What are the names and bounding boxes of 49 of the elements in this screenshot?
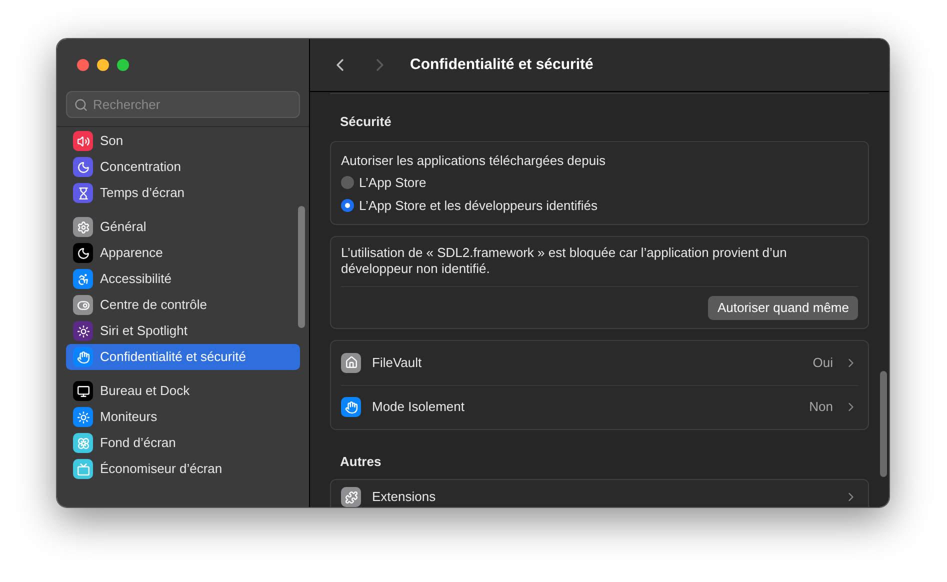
search-field[interactable]: Rechercher <box>66 91 300 118</box>
row-value: Oui <box>812 354 833 372</box>
allow-anyway-button[interactable]: Autoriser quand même <box>708 296 858 320</box>
close-icon[interactable] <box>77 59 89 71</box>
radio-button[interactable] <box>341 176 354 190</box>
sidebar-scrollbar[interactable] <box>298 206 305 328</box>
sidebar-item[interactable]: Bureau et Dock <box>66 378 300 404</box>
row-value: Non <box>809 398 833 416</box>
content-scrollbar[interactable] <box>880 371 887 477</box>
sidebar-item[interactable]: Fond d’écran <box>66 430 300 456</box>
settings-row[interactable]: Extensions <box>341 480 858 507</box>
sidebar-item[interactable]: Confidentialité et sécurité <box>66 344 300 370</box>
radio-option[interactable]: L’App Store et les développeurs identifiés <box>341 196 858 215</box>
gear-icon <box>73 217 93 237</box>
sidebar-item[interactable]: Centre de contrôle <box>66 292 300 318</box>
search-icon <box>74 98 88 112</box>
sidebar-item[interactable]: Apparence <box>66 240 300 266</box>
sidebar-item[interactable]: Accessibilité <box>66 266 300 292</box>
sidebar-item[interactable]: Temps d’écran <box>66 180 300 206</box>
toggles-icon <box>73 295 93 315</box>
hand-icon <box>341 397 361 417</box>
zoom-icon[interactable] <box>117 59 129 71</box>
blocked-message: L’utilisation de « SDL2.framework » est bloquée car l’application provient d’un développeur non identifié. <box>341 245 788 277</box>
window-title: Confidentialité et sécurité <box>410 54 594 75</box>
settings-row[interactable]: Mode Isolement Non <box>341 384 858 428</box>
sun-icon <box>73 407 93 427</box>
speaker-icon <box>73 131 93 151</box>
hand-icon <box>73 347 93 367</box>
radio-button[interactable] <box>341 198 354 212</box>
sidebar-item[interactable]: Économiseur d’écran <box>66 456 300 482</box>
settings-row[interactable]: FileVault Oui <box>341 340 858 384</box>
accessibility-icon <box>73 269 93 289</box>
section-heading: Sécurité <box>339 113 392 131</box>
sidebar-item[interactable]: Siri et Spotlight <box>66 318 300 344</box>
screen-icon <box>73 459 93 479</box>
flower-icon <box>73 433 93 453</box>
hourglass-icon <box>73 183 93 203</box>
moon-icon <box>73 157 93 177</box>
section-heading: Autres <box>339 452 382 470</box>
minimize-icon[interactable] <box>97 59 109 71</box>
dock-icon <box>73 381 93 401</box>
allow-label: Autoriser les applications téléchargées depuis <box>341 152 606 170</box>
sidebar-item[interactable]: Moniteurs <box>66 404 300 430</box>
radio-option[interactable]: L’App Store <box>341 173 858 192</box>
sidebar-item[interactable]: Concentration <box>66 154 300 180</box>
puzzle-icon <box>341 487 361 507</box>
sidebar-item[interactable]: Général <box>66 214 300 240</box>
house-icon <box>341 352 361 372</box>
sidebar-item[interactable]: Son <box>66 128 300 154</box>
